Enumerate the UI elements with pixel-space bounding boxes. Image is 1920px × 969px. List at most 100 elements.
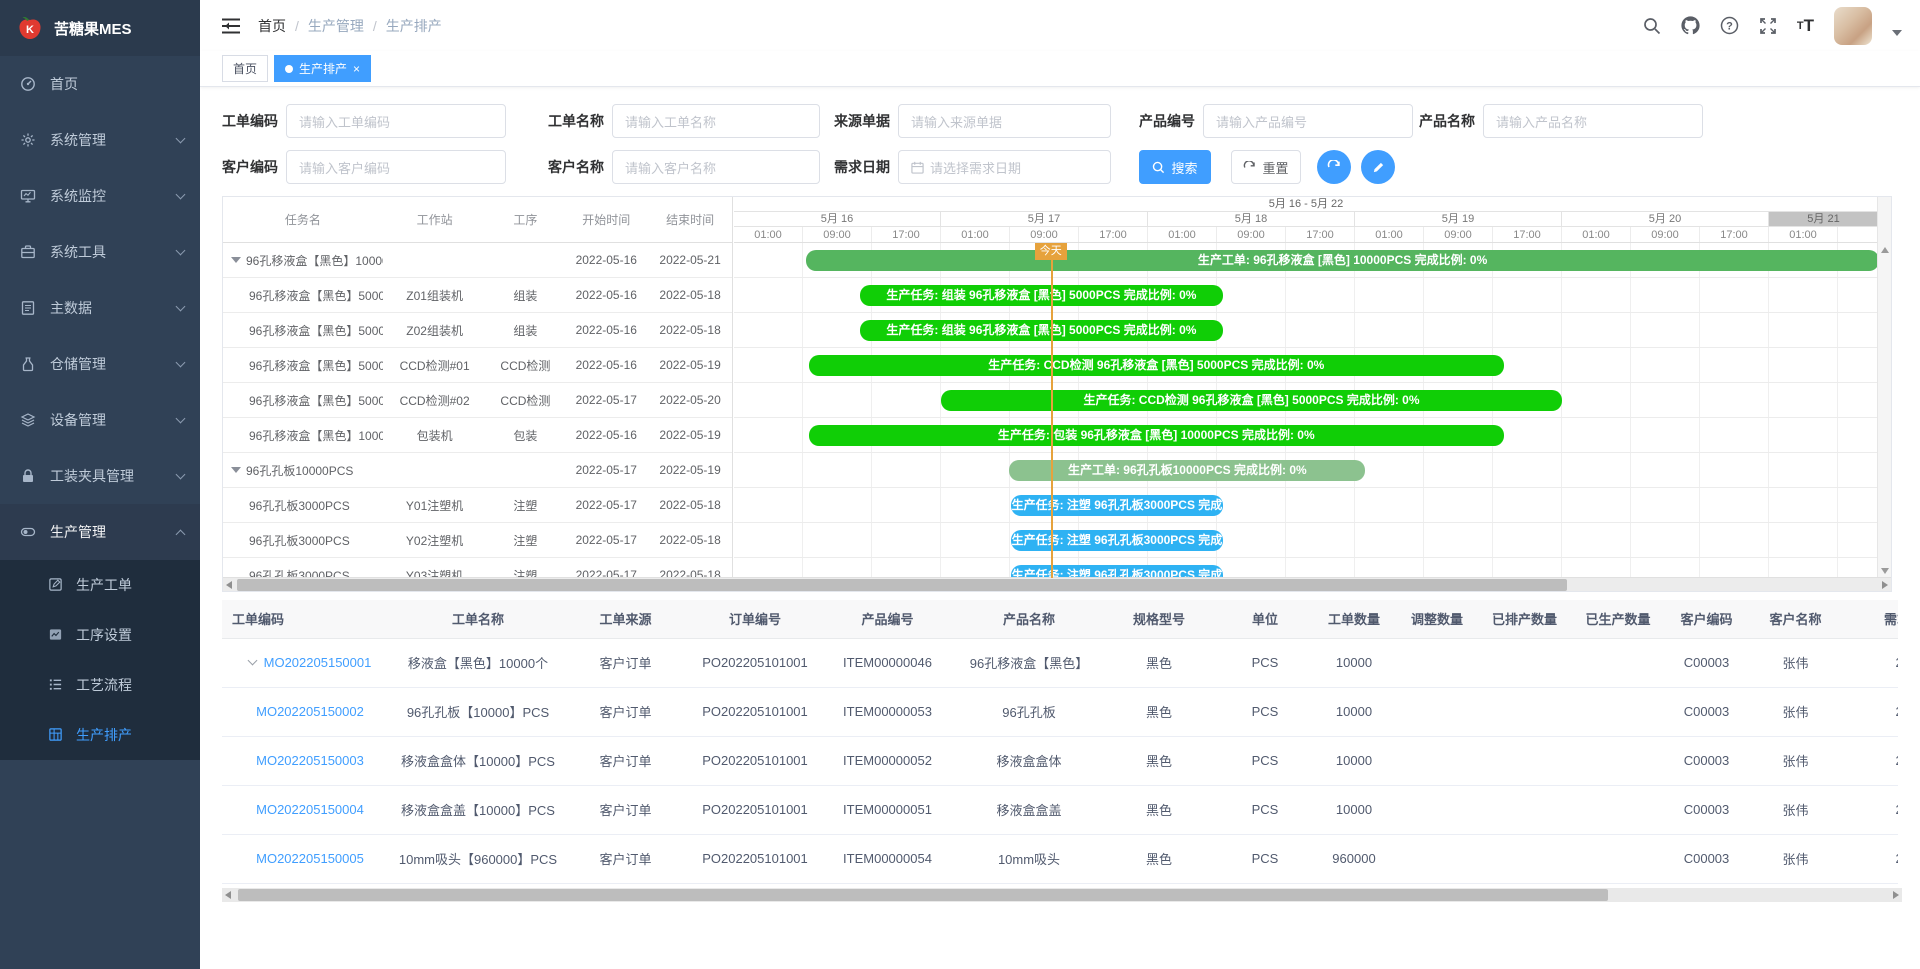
tab-close-icon[interactable]: ×	[353, 63, 360, 75]
col-header: 规格型号	[1100, 600, 1218, 638]
search-icon[interactable]	[1643, 17, 1661, 35]
fullscreen-icon[interactable]	[1759, 17, 1777, 35]
product-code-input[interactable]: 请输入产品编号	[1203, 104, 1413, 138]
breadcrumb-home[interactable]: 首页	[258, 16, 286, 36]
sidebar-item-process-settings[interactable]: 工序设置	[0, 610, 200, 660]
hour-cell: 09:00	[1631, 227, 1700, 242]
chevron-down-icon	[176, 302, 186, 312]
gantt-bar[interactable]: 生产任务: 注塑 96孔孔板3000PCS 完成	[1011, 530, 1222, 551]
sidebar-item-warehouse[interactable]: 仓储管理	[0, 336, 200, 392]
table-horizontal-scrollbar[interactable]	[222, 888, 1902, 902]
gantt-horizontal-scrollbar[interactable]	[223, 577, 1891, 591]
table-row[interactable]: MO202205150003 移液盒盒体【10000】PCS客户订单PO2022…	[222, 736, 1898, 785]
gantt-task-row[interactable]: 96孔孔板3000PCS Y02注塑机注塑 2022-05-172022-05-…	[223, 523, 732, 558]
product-name-input[interactable]: 请输入产品名称	[1483, 104, 1703, 138]
avatar[interactable]	[1834, 7, 1872, 45]
work-order-code-input[interactable]: 请输入工单编码	[286, 104, 506, 138]
breadcrumb-production[interactable]: 生产管理	[308, 16, 364, 36]
collapse-caret-icon[interactable]	[231, 467, 241, 473]
search-button[interactable]: 搜索	[1139, 150, 1211, 184]
customer-name-input[interactable]: 请输入客户名称	[612, 150, 820, 184]
table-row[interactable]: MO202205150005 10mm吸头【960000】PCS客户订单PO20…	[222, 834, 1898, 883]
due-date-input[interactable]: 请选择需求日期	[898, 150, 1111, 184]
gantt-bar[interactable]: 生产任务: CCD检测 96孔移液盒 [黑色] 5000PCS 完成比例: 0%	[809, 355, 1505, 376]
scrollbar-thumb[interactable]	[237, 579, 1567, 591]
customer-code-input[interactable]: 请输入客户编码	[286, 150, 506, 184]
sidebar-item-production[interactable]: 生产管理	[0, 504, 200, 560]
chevron-down-icon	[176, 358, 186, 368]
gantt-bar[interactable]: 生产任务: 组装 96孔移液盒 [黑色] 5000PCS 完成比例: 0%	[860, 285, 1222, 306]
pencil-icon	[1372, 161, 1385, 174]
day-cell: 5月 19	[1355, 212, 1562, 226]
github-icon[interactable]	[1681, 16, 1700, 35]
work-order-link[interactable]: MO202205150003	[256, 753, 364, 768]
lock-icon	[20, 468, 36, 484]
gantt-bar[interactable]: 生产工单: 96孔移液盒 [黑色] 10000PCS 完成比例: 0%	[806, 250, 1878, 271]
gantt-bar[interactable]: 生产任务: 组装 96孔移液盒 [黑色] 5000PCS 完成比例: 0%	[860, 320, 1222, 341]
row-expand-icon[interactable]	[247, 656, 257, 666]
table-row[interactable]: MO202205150002 96孔孔板【10000】PCS客户订单PO2022…	[222, 687, 1898, 736]
tab-home[interactable]: 首页	[222, 55, 268, 82]
gantt-vertical-scrollbar[interactable]	[1877, 197, 1891, 578]
work-order-name-input[interactable]: 请输入工单名称	[612, 104, 820, 138]
scroll-up-arrow-icon[interactable]	[1881, 247, 1889, 253]
sidebar-item-home[interactable]: 首页	[0, 56, 200, 112]
gantt-task-row[interactable]: 96孔孔板3000PCS Y01注塑机注塑 2022-05-172022-05-…	[223, 488, 732, 523]
col-process: 工序	[486, 211, 564, 228]
scroll-down-arrow-icon[interactable]	[1881, 568, 1889, 574]
gantt-bar[interactable]: 生产任务: 包装 96孔移液盒 [黑色] 10000PCS 完成比例: 0%	[809, 425, 1505, 446]
timeline-days: 5月 16 5月 17 5月 18 5月 19 5月 20 5月 21	[734, 212, 1878, 227]
sidebar-item-system-monitor[interactable]: 系统监控	[0, 168, 200, 224]
filter-row-2: 客户编码 请输入客户编码 客户名称 请输入客户名称 需求日期 请选择需求日期 搜…	[222, 150, 1920, 184]
table-row[interactable]: MO202205150001 移液盒【黑色】10000个客户订单PO202205…	[222, 638, 1898, 687]
scroll-right-arrow-icon[interactable]	[1893, 891, 1899, 899]
sidebar-item-system-mgmt[interactable]: 系统管理	[0, 112, 200, 168]
gantt-task-row[interactable]: 96孔移液盒【黑色】10000PCS 包装机包装 2022-05-162022-…	[223, 418, 732, 453]
search-icon	[1152, 161, 1165, 174]
gantt-task-row[interactable]: 96孔移液盒【黑色】5000PCS Z01组装机组装 2022-05-16202…	[223, 278, 732, 313]
sidebar-item-production-scheduling[interactable]: 生产排产	[0, 710, 200, 760]
gantt-bar[interactable]: 生产任务: CCD检测 96孔移液盒 [黑色] 5000PCS 完成比例: 0%	[941, 390, 1562, 411]
sidebar-item-master-data[interactable]: 主数据	[0, 280, 200, 336]
sidebar-item-system-tools[interactable]: 系统工具	[0, 224, 200, 280]
scroll-right-arrow-icon[interactable]	[1882, 581, 1888, 589]
gantt-task-row[interactable]: 96孔移液盒【黑色】10000PCS 2022-05-162022-05-21	[223, 243, 732, 278]
gantt-bar-row: 生产工单: 96孔孔板10000PCS 完成比例: 0%	[734, 453, 1878, 488]
refresh-gantt-button[interactable]	[1317, 150, 1351, 184]
work-order-link[interactable]: MO202205150005	[256, 851, 364, 866]
gantt-task-row[interactable]: 96孔孔板3000PCS Y03注塑机注塑 2022-05-172022-05-…	[223, 558, 732, 578]
app-logo[interactable]: K 苦糖果MES	[0, 0, 200, 56]
gantt-task-row[interactable]: 96孔移液盒【黑色】5000PCS CCD检测#02CCD检测 2022-05-…	[223, 383, 732, 418]
gantt-bar[interactable]: 生产任务: 注塑 96孔孔板3000PCS 完成	[1011, 495, 1222, 516]
sidebar-item-production-order[interactable]: 生产工单	[0, 560, 200, 610]
breadcrumb-separator: /	[295, 18, 299, 34]
reset-button[interactable]: 重置	[1231, 150, 1301, 184]
gantt-task-row[interactable]: 96孔孔板10000PCS 2022-05-172022-05-19	[223, 453, 732, 488]
field-label: 客户名称	[548, 157, 604, 177]
collapse-caret-icon[interactable]	[231, 257, 241, 263]
work-order-link[interactable]: MO202205150002	[256, 704, 364, 719]
gantt-task-row[interactable]: 96孔移液盒【黑色】5000PCS Z02组装机组装 2022-05-16202…	[223, 313, 732, 348]
gantt-bar-row: 生产工单: 96孔移液盒 [黑色] 10000PCS 完成比例: 0%	[734, 243, 1878, 278]
tab-production-scheduling[interactable]: 生产排产 ×	[274, 55, 371, 82]
edit-button[interactable]	[1361, 150, 1395, 184]
gantt-bar[interactable]: 生产工单: 96孔孔板10000PCS 完成比例: 0%	[1009, 460, 1365, 481]
sidebar-item-fixtures[interactable]: 工装夹具管理	[0, 448, 200, 504]
sidebar-item-equipment[interactable]: 设备管理	[0, 392, 200, 448]
source-doc-input[interactable]: 请输入来源单据	[898, 104, 1111, 138]
gantt-bar-row: 生产任务: 注塑 96孔孔板3000PCS 完成	[734, 523, 1878, 558]
help-icon[interactable]: ?	[1720, 16, 1739, 35]
work-order-link[interactable]: MO202205150001	[264, 655, 372, 670]
work-order-link[interactable]: MO202205150004	[256, 802, 364, 817]
scrollbar-thumb[interactable]	[238, 889, 1608, 901]
font-size-icon[interactable]: TT	[1797, 16, 1814, 36]
sidebar-item-process-flow[interactable]: 工艺流程	[0, 660, 200, 710]
app-title: 苦糖果MES	[54, 18, 132, 39]
gantt-task-row[interactable]: 96孔移液盒【黑色】5000PCS CCD检测#01CCD检测 2022-05-…	[223, 348, 732, 383]
scroll-left-arrow-icon[interactable]	[226, 581, 232, 589]
sidebar-fold-icon[interactable]	[222, 18, 240, 34]
scroll-left-arrow-icon[interactable]	[225, 891, 231, 899]
user-menu-caret-icon[interactable]	[1892, 30, 1902, 36]
table-row[interactable]: MO202205150004 移液盒盒盖【10000】PCS客户订单PO2022…	[222, 785, 1898, 834]
hour-cell: 01:00	[1562, 227, 1631, 242]
